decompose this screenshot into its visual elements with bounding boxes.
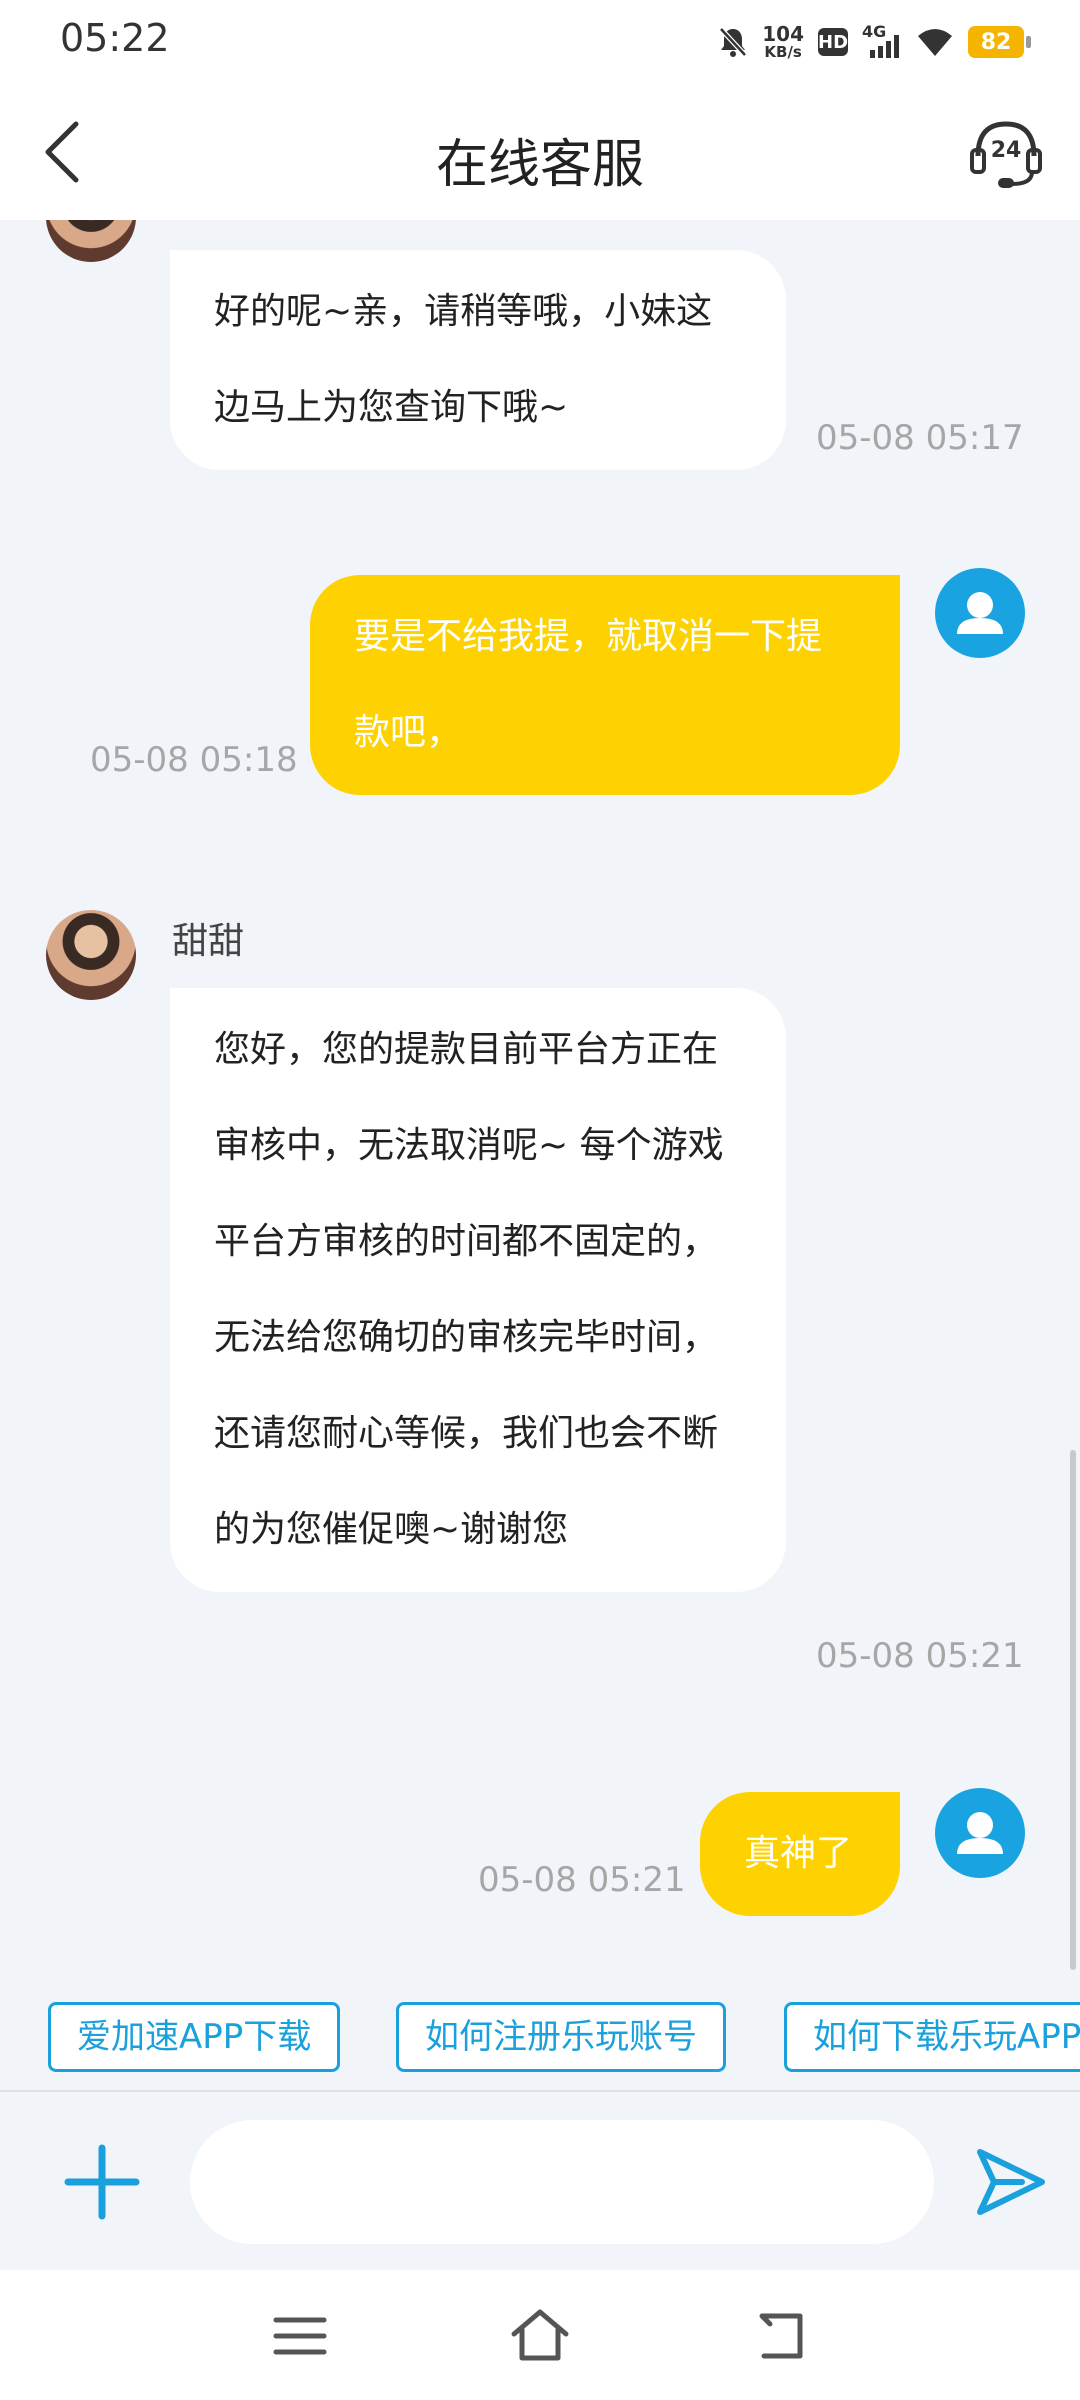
header: 在线客服 24 — [0, 84, 1080, 220]
battery-icon: 82 — [968, 26, 1031, 58]
user-icon — [957, 592, 1003, 634]
speed-unit: KB/s — [764, 43, 802, 61]
user-message-bubble[interactable]: 真神了 — [700, 1792, 900, 1916]
user-message-bubble[interactable]: 要是不给我提，就取消一下提款吧， — [310, 575, 900, 795]
network-speed: 104 KB/s — [762, 24, 804, 60]
quick-reply-button[interactable]: 如何注册乐玩账号 — [396, 2002, 726, 2072]
send-icon[interactable] — [970, 2142, 1050, 2222]
support-badge: 24 — [990, 138, 1022, 163]
input-bar — [0, 2092, 1080, 2270]
chat-area[interactable]: 好的呢~亲，请稍等哦，小妹这边马上为您查询下哦~ 05-08 05:17 要是不… — [0, 220, 1080, 1980]
menu-icon[interactable] — [268, 2306, 332, 2366]
user-icon — [957, 1812, 1003, 1854]
message-timestamp: 05-08 05:21 — [816, 1636, 1024, 1676]
quick-replies-bar[interactable]: 爱加速APP下载 如何注册乐玩账号 如何下载乐玩APP — [0, 1980, 1080, 2092]
mute-bell-icon — [719, 27, 748, 57]
agent-message-bubble[interactable]: 好的呢~亲，请稍等哦，小妹这边马上为您查询下哦~ — [170, 250, 786, 470]
hd-badge: HD — [818, 28, 848, 56]
speed-value: 104 — [762, 22, 804, 46]
chat-scrollbar[interactable] — [1070, 1450, 1076, 1970]
message-timestamp: 05-08 05:18 — [90, 740, 298, 780]
agent-avatar[interactable] — [46, 220, 136, 262]
page-title: 在线客服 — [435, 135, 644, 195]
plus-icon[interactable] — [62, 2142, 142, 2222]
user-avatar[interactable] — [935, 1788, 1025, 1878]
message-timestamp: 05-08 05:17 — [816, 418, 1024, 458]
home-icon[interactable] — [508, 2306, 572, 2366]
back-icon[interactable] — [750, 2306, 814, 2366]
agent-message-bubble[interactable]: 您好，您的提款目前平台方正在审核中，无法取消呢~ 每个游戏平台方审核的时间都不固… — [170, 988, 786, 1592]
agent-name: 甜甜 — [172, 921, 245, 962]
wifi-icon — [918, 29, 952, 56]
quick-reply-button[interactable]: 爱加速APP下载 — [48, 2002, 341, 2072]
message-timestamp: 05-08 05:21 — [478, 1860, 686, 1900]
message-input[interactable] — [190, 2120, 934, 2244]
signal-icon: 4G — [862, 22, 902, 60]
agent-avatar[interactable] — [46, 910, 136, 1000]
quick-reply-button[interactable]: 如何下载乐玩APP — [784, 2002, 1080, 2072]
status-time: 05:22 — [60, 16, 170, 60]
system-nav-bar — [0, 2270, 1080, 2400]
status-icons: 104 KB/s HD 4G 82 — [718, 18, 1031, 66]
user-avatar[interactable] — [935, 568, 1025, 658]
status-bar: 05:22 104 KB/s HD 4G 82 — [0, 0, 1080, 84]
support-24h-button[interactable]: 24 — [968, 114, 1044, 190]
